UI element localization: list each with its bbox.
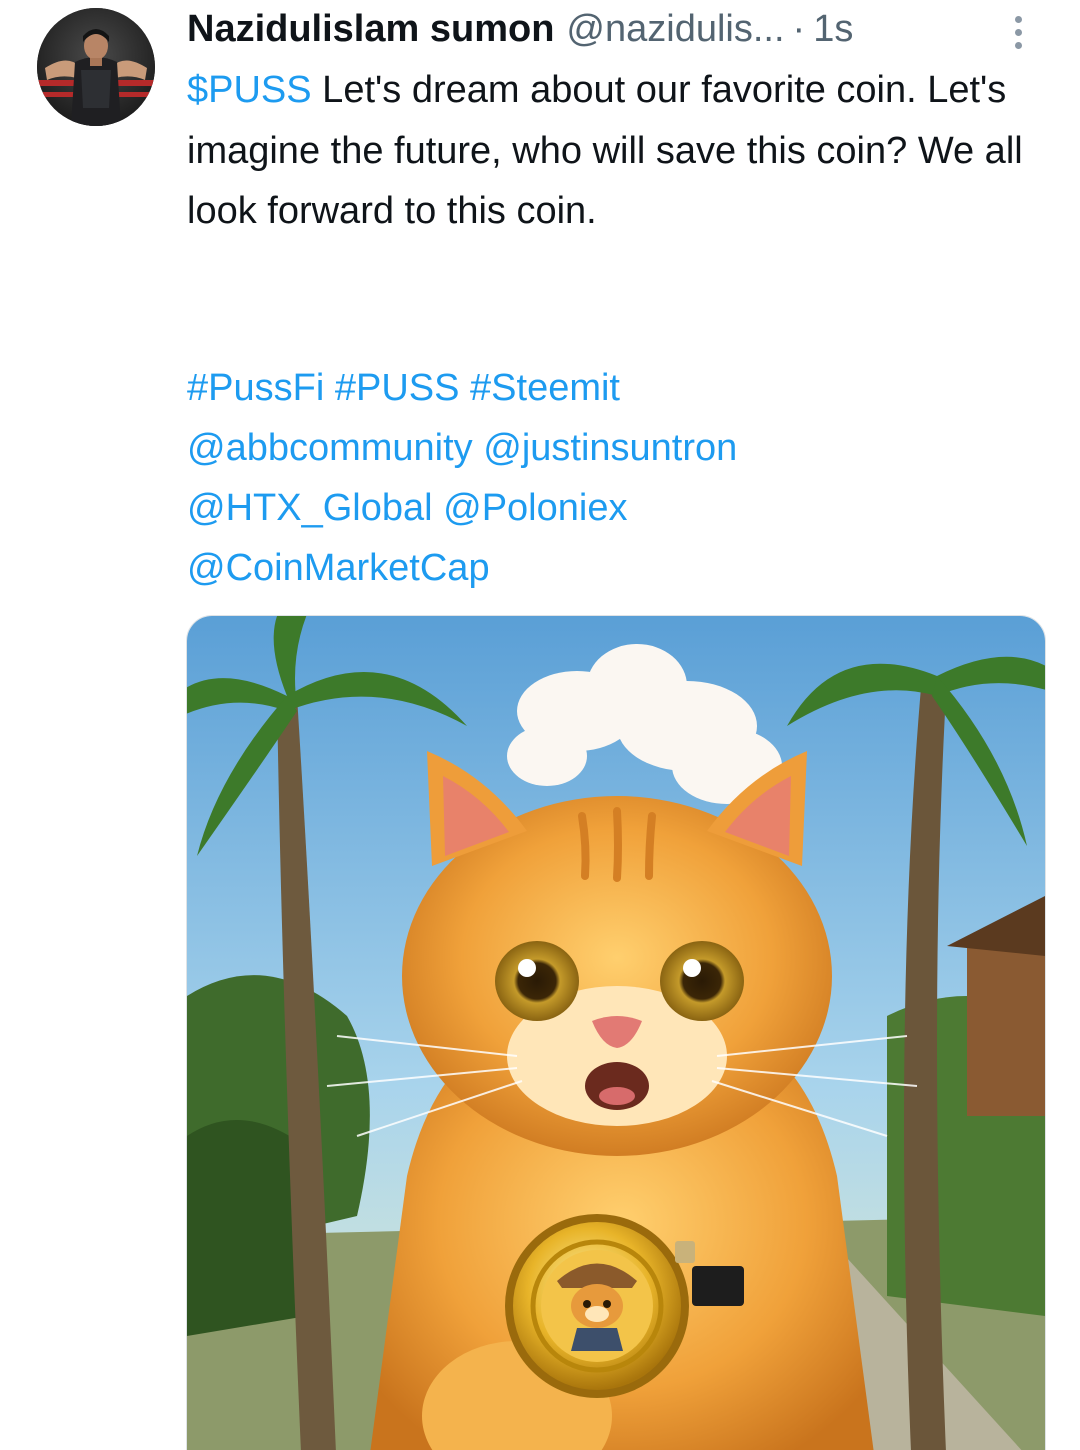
mention-link[interactable]: @HTX_Global [187,487,433,529]
hashtag-link[interactable]: #PussFi [187,367,324,409]
mention-row: @CoinMarketCap [187,538,1047,598]
mention-row: @HTX_Global @Poloniex [187,478,1047,538]
tweet-header: Nazidulislam sumon @nazidulis... · 1s [187,4,1017,54]
hashtag-row: #PussFi #PUSS #Steemit [187,358,1047,418]
tweet-media-image[interactable] [186,615,1046,1450]
more-options-button[interactable] [1003,10,1033,54]
avatar[interactable] [37,8,155,126]
more-vertical-icon [1014,15,1022,23]
timestamp[interactable]: 1s [813,4,853,54]
avatar-image [37,8,155,126]
tweet-body: Let's dream about our favorite coin. Let… [187,69,1023,232]
mention-link[interactable]: @Poloniex [443,487,627,529]
cat-holding-coin-illustration [187,616,1045,1450]
mention-row: @abbcommunity @justinsuntron [187,418,1047,478]
mention-link[interactable]: @CoinMarketCap [187,547,490,589]
separator-dot: · [792,8,806,50]
tweet-card[interactable]: Nazidulislam sumon @nazidulis... · 1s $P… [0,0,1080,1450]
mention-link[interactable]: @justinsuntron [483,427,737,469]
hashtag-link[interactable]: #Steemit [470,367,620,409]
tweet-text: $PUSS Let's dream about our favorite coi… [187,60,1047,242]
hashtag-link[interactable]: #PUSS [335,367,460,409]
tweet-tags: #PussFi #PUSS #Steemit @abbcommunity @ju… [187,358,1047,598]
cashtag-link[interactable]: $PUSS [187,69,312,111]
display-name[interactable]: Nazidulislam sumon [187,4,554,54]
mention-link[interactable]: @abbcommunity [187,427,473,469]
user-handle[interactable]: @nazidulis... [566,4,784,54]
